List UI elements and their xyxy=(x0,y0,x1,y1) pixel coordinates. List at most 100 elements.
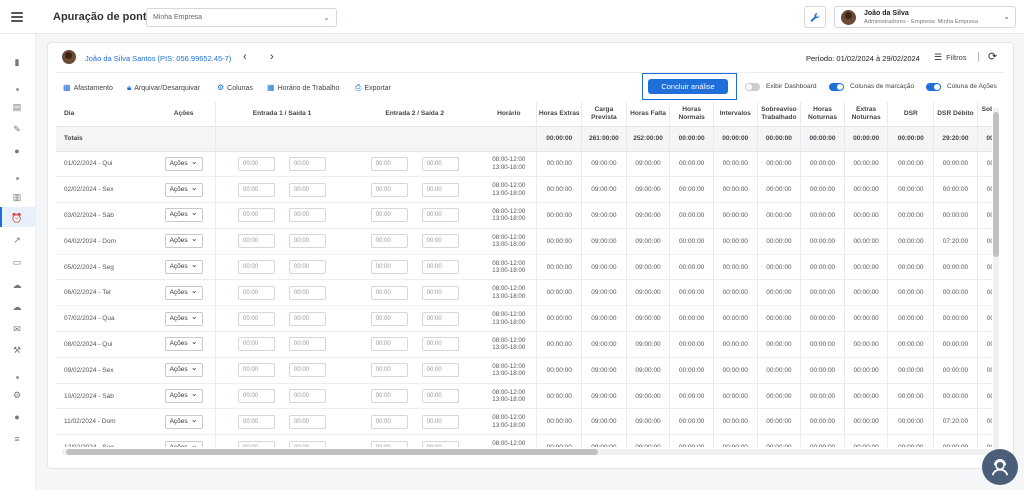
actions-dropdown[interactable]: Ações xyxy=(164,362,203,378)
entrada2-input[interactable]: 00:00 xyxy=(370,337,408,352)
horizontal-scrollbar[interactable] xyxy=(62,449,992,455)
coluna-acoes-toggle[interactable] xyxy=(926,83,941,91)
filters-button[interactable]: ☰ Filtros xyxy=(934,52,967,63)
entrada2-input[interactable]: 00:00 xyxy=(370,208,408,223)
saida2-input[interactable]: 00:00 xyxy=(421,363,459,378)
actions-dropdown[interactable]: Ações xyxy=(164,156,203,171)
entrada2-input[interactable]: 00:00 xyxy=(370,260,408,275)
entrada2-input[interactable]: 00:00 xyxy=(370,311,408,326)
chevron-left-icon[interactable]: ‹ xyxy=(243,51,247,63)
actions-dropdown[interactable]: Ações xyxy=(164,182,203,197)
actions-dropdown[interactable]: Ações xyxy=(164,233,203,249)
entrada1-input[interactable]: 00:00 xyxy=(238,234,275,249)
files-icon[interactable]: ▥ xyxy=(11,192,23,202)
entrada1-input[interactable]: 00:00 xyxy=(238,363,275,378)
saida1-input[interactable]: 00:00 xyxy=(289,182,326,197)
employee-name-link[interactable]: João da Silva Santos (PIS: 056.99652.45-… xyxy=(85,54,231,63)
document-icon[interactable]: ▤ xyxy=(11,102,23,112)
entrada2-input[interactable]: 00:00 xyxy=(370,363,408,378)
saida2-input[interactable]: 00:00 xyxy=(421,260,459,275)
colunas-marcacao-toggle[interactable] xyxy=(829,83,844,91)
entrada1-input[interactable]: 00:00 xyxy=(238,311,275,326)
entrada1-input[interactable]: 00:00 xyxy=(238,414,275,429)
exportar-button[interactable]: ⎙ Exportar xyxy=(355,83,391,93)
saida1-input[interactable]: 00:00 xyxy=(289,208,326,223)
saida2-input[interactable]: 00:00 xyxy=(421,182,459,197)
company-select[interactable]: Minha Empresa ⌄ xyxy=(146,8,337,27)
pen-icon[interactable]: ✎ xyxy=(11,124,23,134)
saida2-input[interactable]: 00:00 xyxy=(421,234,459,249)
value-cell: 00:00:00 xyxy=(669,434,714,447)
cloud-upload-icon[interactable]: ☁ xyxy=(11,280,23,290)
exibir-dashboard-toggle[interactable] xyxy=(745,83,760,91)
saida2-input[interactable]: 00:00 xyxy=(421,337,459,352)
entrada1-input[interactable]: 00:00 xyxy=(238,337,275,352)
entrada1-input[interactable]: 00:00 xyxy=(238,285,275,300)
entrada1-input[interactable]: 00:00 xyxy=(238,156,275,171)
gear-icon[interactable]: ⚙ xyxy=(11,390,23,400)
person-icon[interactable]: ● xyxy=(11,412,23,422)
actions-dropdown[interactable]: Ações xyxy=(164,207,203,223)
saida1-input[interactable]: 00:00 xyxy=(289,363,326,378)
mail-icon[interactable]: ✉ xyxy=(11,324,23,334)
entrada2-input[interactable]: 00:00 xyxy=(370,156,408,171)
saida1-input[interactable]: 00:00 xyxy=(289,414,326,429)
actions-dropdown[interactable]: Ações xyxy=(164,414,203,429)
refresh-icon[interactable]: ⟳ xyxy=(988,50,997,63)
saida2-input[interactable]: 00:00 xyxy=(421,156,459,171)
user-menu[interactable]: João da Silva Administradores - Empresa:… xyxy=(834,6,1016,28)
concluir-analise-button[interactable]: Concluir análise xyxy=(648,79,728,94)
timesheet-table-container[interactable]: Dia Ações Entrada 1 / Saída 1 Entrada 2 / S… xyxy=(56,102,992,447)
actions-dropdown[interactable]: Ações xyxy=(164,259,203,275)
saida1-input[interactable]: 00:00 xyxy=(289,156,326,171)
entrada2-input[interactable]: 00:00 xyxy=(370,414,408,429)
arquivar-button[interactable]: 🔒︎ Arquivar/Desarquivar xyxy=(127,83,200,93)
saida2-input[interactable]: 00:00 xyxy=(421,285,459,300)
chart-icon[interactable]: ▮ xyxy=(11,57,23,67)
chevron-right-icon[interactable]: › xyxy=(270,51,274,63)
saida1-input[interactable]: 00:00 xyxy=(289,389,326,404)
entrada2-input[interactable]: 00:00 xyxy=(370,234,408,249)
saida2-input[interactable]: 00:00 xyxy=(421,389,459,404)
entrada1-input[interactable]: 00:00 xyxy=(238,182,275,197)
entrada1-input[interactable]: 00:00 xyxy=(238,440,275,447)
saida2-input[interactable]: 00:00 xyxy=(421,440,459,447)
user-icon[interactable]: ● xyxy=(11,146,23,156)
entrada2-input[interactable]: 00:00 xyxy=(370,182,408,197)
entrada2-input[interactable]: 00:00 xyxy=(370,389,408,404)
actions-dropdown[interactable]: Ações xyxy=(164,285,203,300)
saida1-input[interactable]: 00:00 xyxy=(289,285,326,300)
vertical-scrollbar[interactable] xyxy=(993,108,999,450)
actions-dropdown[interactable]: Ações xyxy=(164,440,203,447)
table-row: 10/02/2024 - Sáb Ações 00:00 00:00 00:00 00:0… xyxy=(56,383,992,410)
entrada2-input[interactable]: 00:00 xyxy=(370,285,408,300)
actions-dropdown[interactable]: Ações xyxy=(164,311,203,326)
entrada1-input[interactable]: 00:00 xyxy=(238,260,275,275)
afastamento-button[interactable]: ▦ Afastamento xyxy=(63,83,113,92)
saida1-input[interactable]: 00:00 xyxy=(289,311,326,326)
actions-dropdown[interactable]: Ações xyxy=(164,336,203,352)
saida2-input[interactable]: 00:00 xyxy=(421,414,459,429)
chat-icon[interactable]: ▭ xyxy=(11,257,23,267)
colunas-button[interactable]: ⚙ Colunas xyxy=(217,83,253,92)
saida1-input[interactable]: 00:00 xyxy=(289,337,326,352)
alarm-clock-icon[interactable]: ⏰ xyxy=(11,213,23,223)
wrench-icon xyxy=(810,12,820,22)
entrada2-input[interactable]: 00:00 xyxy=(370,440,408,447)
cloud-download-icon[interactable]: ☁ xyxy=(11,302,23,312)
menu-icon[interactable] xyxy=(11,12,23,22)
list-check-icon[interactable]: ≡ xyxy=(11,434,23,444)
saida2-input[interactable]: 00:00 xyxy=(421,208,459,223)
wrench-icon[interactable]: ⚒ xyxy=(11,345,23,355)
actions-dropdown[interactable]: Ações xyxy=(164,388,203,404)
saida1-input[interactable]: 00:00 xyxy=(289,440,326,447)
saida1-input[interactable]: 00:00 xyxy=(289,234,326,249)
tools-button[interactable] xyxy=(804,6,826,28)
saida1-input[interactable]: 00:00 xyxy=(289,260,326,275)
entrada1-input[interactable]: 00:00 xyxy=(238,208,275,223)
help-button[interactable] xyxy=(982,449,1018,485)
trend-icon[interactable]: ↗ xyxy=(11,235,23,245)
saida2-input[interactable]: 00:00 xyxy=(421,311,459,326)
entrada1-input[interactable]: 00:00 xyxy=(238,389,275,404)
horario-trabalho-button[interactable]: ▦ Horário de Trabalho xyxy=(267,83,339,92)
